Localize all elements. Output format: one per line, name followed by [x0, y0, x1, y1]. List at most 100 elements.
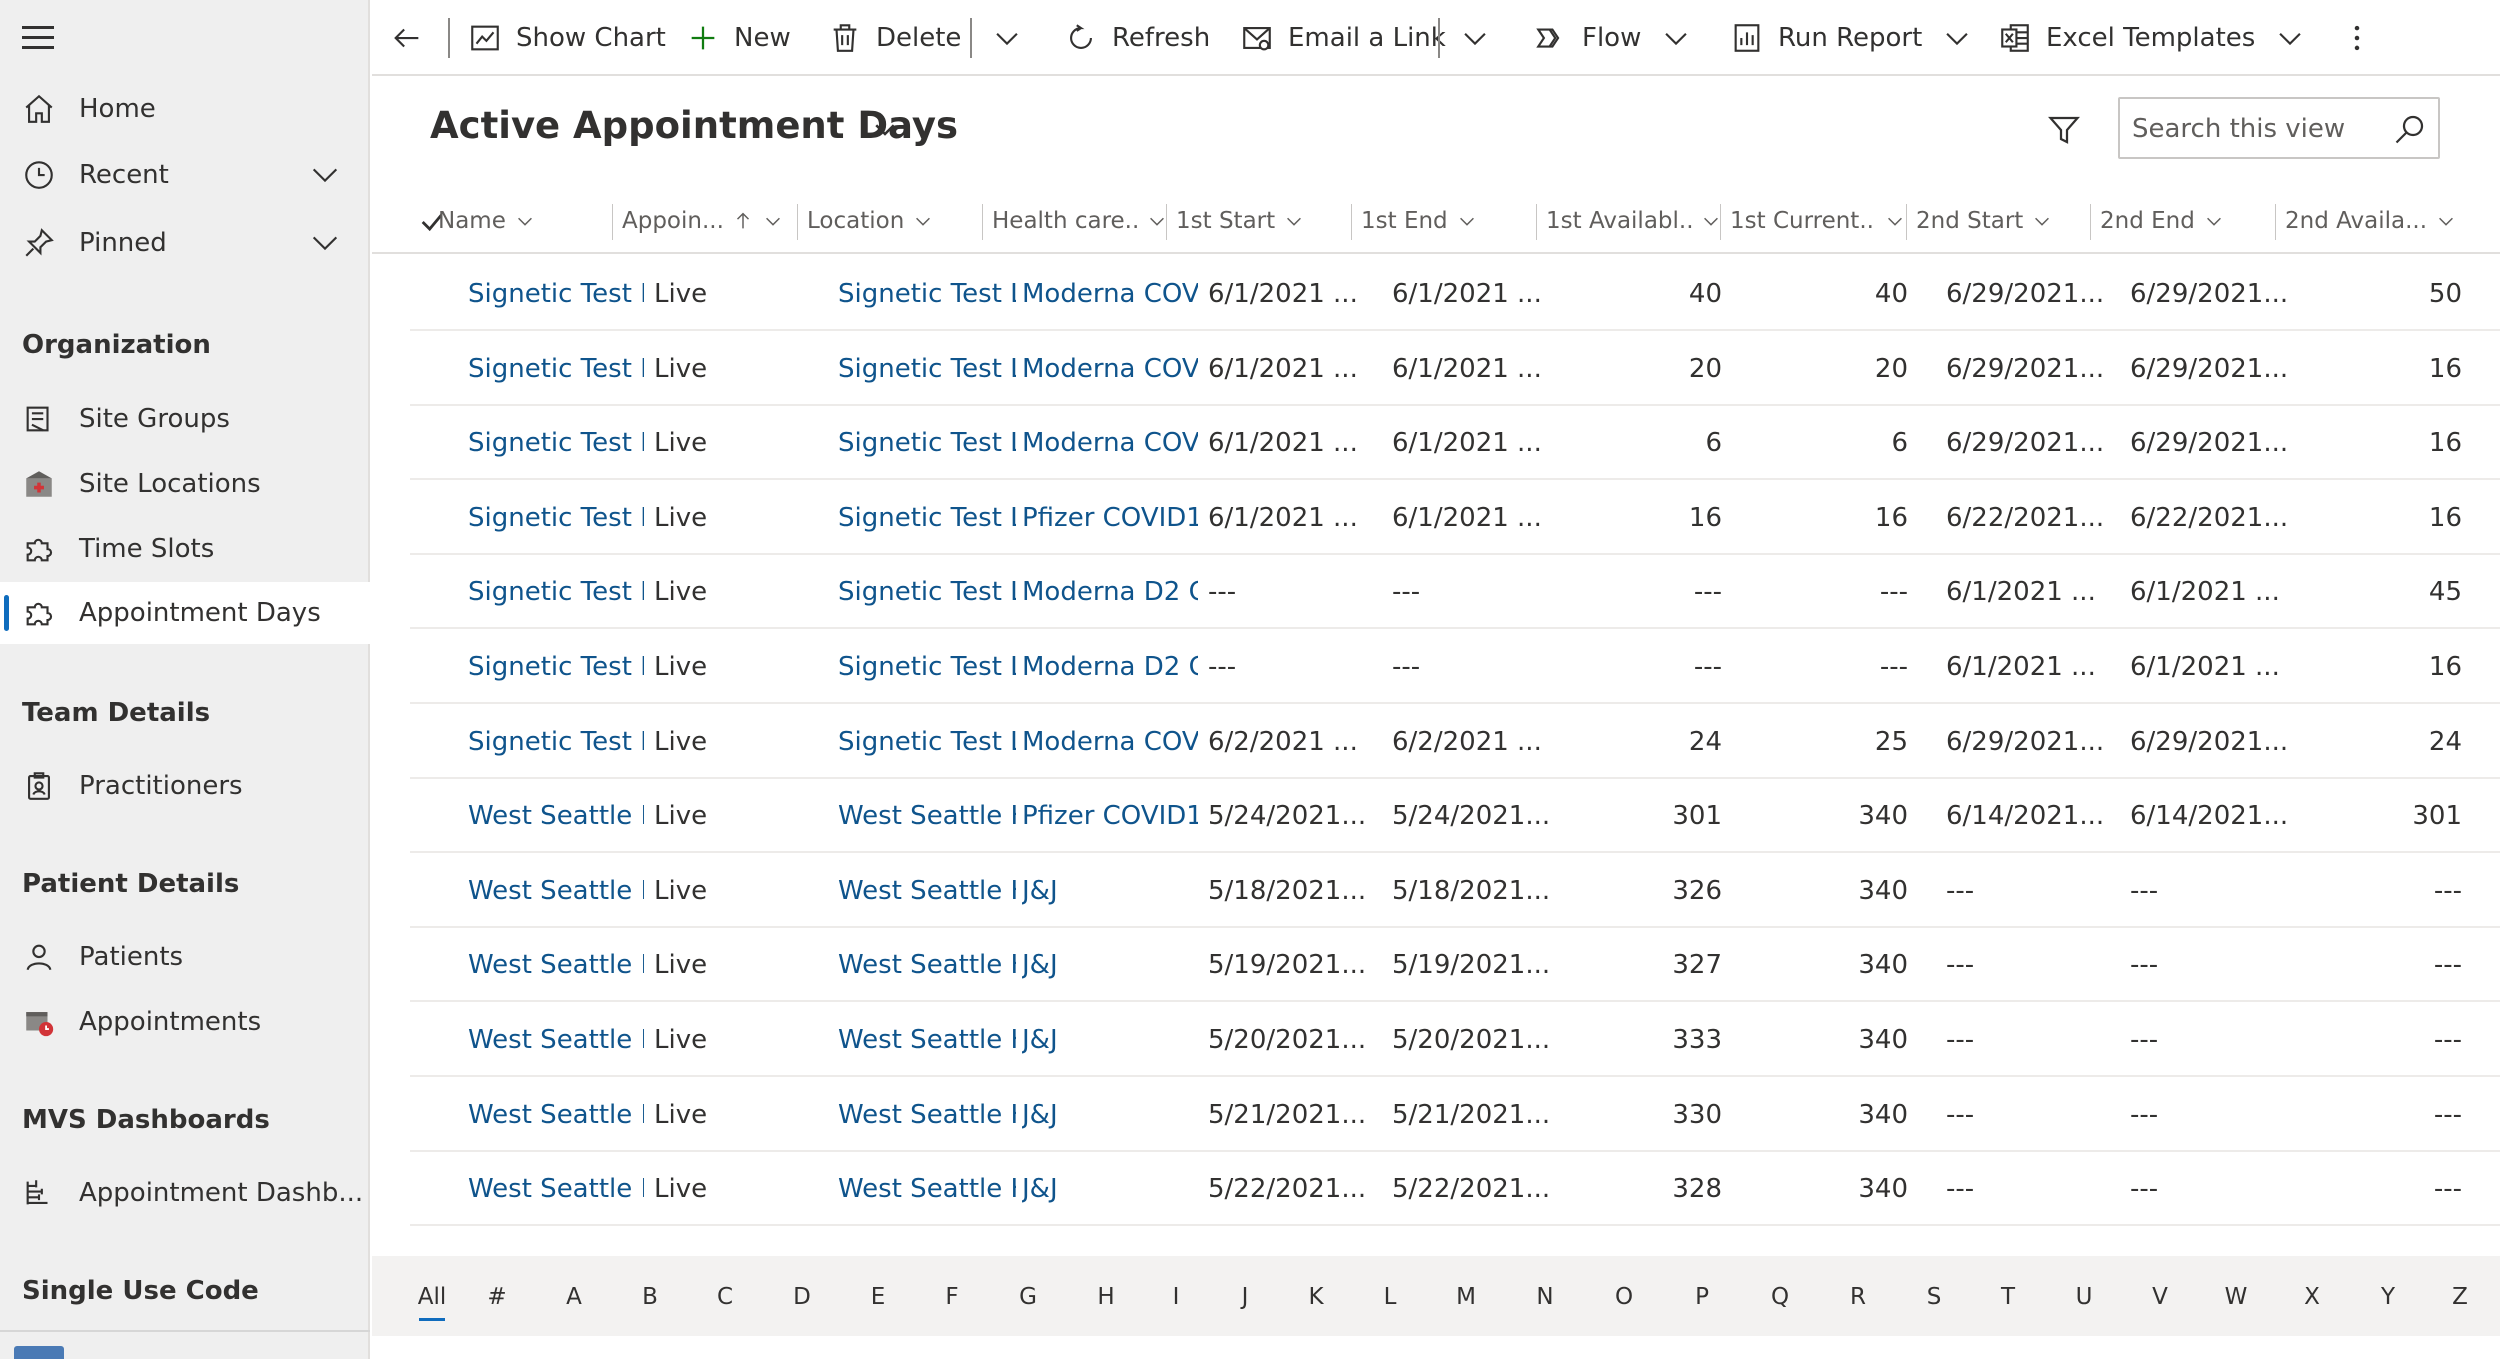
column-header-second-start[interactable]: 2nd Start — [1916, 200, 2092, 242]
search-input[interactable] — [2132, 109, 2382, 149]
cell-health-care-service[interactable]: Moderna D2 O — [1022, 649, 1198, 685]
hamburger-menu-icon[interactable] — [22, 22, 54, 54]
column-header-second-end[interactable]: 2nd End — [2100, 200, 2276, 242]
email-more-dropdown[interactable] — [1458, 18, 1492, 58]
column-header-first-start[interactable]: 1st Start — [1176, 200, 1352, 242]
cell-name[interactable]: West Seattle H — [468, 1171, 644, 1207]
cell-location[interactable]: West Seattle H — [838, 947, 1016, 983]
filter-icon[interactable] — [2046, 112, 2082, 148]
alphabet-filter-z[interactable]: Z — [2440, 1284, 2480, 1310]
column-divider[interactable] — [982, 204, 983, 240]
sidebar-item-appointments[interactable]: Appointments — [0, 991, 370, 1053]
alphabet-filter-r[interactable]: R — [1838, 1284, 1878, 1310]
cell-location[interactable]: Signetic Test Lc — [838, 574, 1016, 610]
table-row[interactable]: West Seattle H Live West Seattle H J&J 5/22/… — [410, 1151, 2500, 1227]
alphabet-filter-o[interactable]: O — [1604, 1284, 1644, 1310]
cell-name[interactable]: Signetic Test Lc — [468, 574, 644, 610]
cell-health-care-service[interactable]: Moderna D2 O — [1022, 574, 1198, 610]
column-divider[interactable] — [612, 204, 613, 240]
cell-location[interactable]: Signetic Test Lc — [838, 276, 1016, 312]
cell-health-care-service[interactable]: J&J — [1022, 1171, 1198, 1207]
flow-button[interactable]: Flow — [1534, 18, 1693, 58]
alphabet-filter-all[interactable]: All — [412, 1284, 452, 1321]
sidebar-item-patients[interactable]: Patients — [0, 926, 370, 988]
cell-name[interactable]: West Seattle H — [468, 798, 644, 834]
excel-templates-button[interactable]: Excel Templates — [1998, 18, 2307, 58]
alphabet-filter-d[interactable]: D — [782, 1284, 822, 1310]
table-row[interactable]: Signetic Test LcLiveSignetic Test LcMode… — [410, 405, 2500, 481]
cell-health-care-service[interactable]: Moderna COVI — [1022, 724, 1198, 760]
cell-name[interactable]: Signetic Test Lc — [468, 425, 644, 461]
cell-name[interactable]: West Seattle H — [468, 1022, 644, 1058]
column-header-first-current[interactable]: 1st Current... — [1730, 200, 1906, 242]
alphabet-filter-l[interactable]: L — [1370, 1284, 1410, 1310]
back-button[interactable] — [390, 18, 424, 58]
cell-health-care-service[interactable]: Moderna COVI — [1022, 276, 1198, 312]
alphabet-filter-n[interactable]: N — [1525, 1284, 1565, 1310]
cell-location[interactable]: West Seattle H — [838, 1097, 1016, 1133]
cell-location[interactable]: Signetic Test Lc — [838, 351, 1016, 387]
alphabet-filter-v[interactable]: V — [2140, 1284, 2180, 1310]
column-header-first-end[interactable]: 1st End — [1361, 200, 1537, 242]
alphabet-filter-c[interactable]: C — [705, 1284, 745, 1310]
alphabet-filter-a[interactable]: A — [554, 1284, 594, 1310]
cell-location[interactable]: West Seattle H — [838, 1171, 1016, 1207]
cell-health-care-service[interactable]: Pfizer COVID19 — [1022, 500, 1198, 536]
alphabet-filter-number[interactable]: # — [477, 1284, 517, 1310]
table-row[interactable]: West Seattle H Live West Seattle H J&J 5/18/… — [410, 853, 2500, 928]
column-divider[interactable] — [1906, 204, 1907, 240]
cell-health-care-service[interactable]: Pfizer COVID19 — [1022, 798, 1198, 834]
table-row[interactable]: West Seattle H Live West Seattle H J&J 5/21/… — [410, 1077, 2500, 1152]
cell-location[interactable]: Signetic Test Lc — [838, 724, 1016, 760]
column-header-location[interactable]: Location — [807, 200, 983, 242]
cell-name[interactable]: West Seattle H — [468, 947, 644, 983]
alphabet-filter-p[interactable]: P — [1682, 1284, 1722, 1310]
search-icon[interactable] — [2392, 111, 2428, 147]
alphabet-filter-s[interactable]: S — [1914, 1284, 1954, 1310]
cell-location[interactable]: Signetic Test Lc — [838, 649, 1016, 685]
cell-location[interactable]: Signetic Test Lc — [838, 425, 1016, 461]
alphabet-filter-u[interactable]: U — [2064, 1284, 2104, 1310]
new-button[interactable]: New — [686, 18, 791, 58]
area-switcher[interactable] — [14, 1346, 64, 1359]
alphabet-filter-y[interactable]: Y — [2368, 1284, 2408, 1310]
cell-location[interactable]: Signetic Test Lc — [838, 500, 1016, 536]
alphabet-filter-b[interactable]: B — [630, 1284, 670, 1310]
alphabet-filter-k[interactable]: K — [1296, 1284, 1336, 1310]
column-divider[interactable] — [2275, 204, 2276, 240]
column-header-first-available[interactable]: 1st Availabl... — [1546, 200, 1722, 242]
column-divider[interactable] — [1720, 204, 1721, 240]
cell-health-care-service[interactable]: J&J — [1022, 947, 1198, 983]
table-row[interactable]: Signetic Test LcLiveSignetic Test LcMode… — [410, 331, 2500, 406]
column-divider[interactable] — [1166, 204, 1167, 240]
alphabet-filter-h[interactable]: H — [1086, 1284, 1126, 1310]
sidebar-item-appointment-dashboard[interactable]: Appointment Dashb... — [0, 1162, 370, 1224]
cell-health-care-service[interactable]: Moderna COVI — [1022, 351, 1198, 387]
alphabet-filter-q[interactable]: Q — [1760, 1284, 1800, 1310]
cell-name[interactable]: Signetic Test Lc — [468, 351, 644, 387]
table-row[interactable]: West Seattle H Live West Seattle H J&J 5/20/… — [410, 1002, 2500, 1077]
table-row[interactable]: Signetic Test LcLiveSignetic Test LcMode… — [410, 704, 2500, 779]
sidebar-item-practitioners[interactable]: Practitioners — [0, 755, 370, 817]
column-divider[interactable] — [1351, 204, 1352, 240]
email-link-button[interactable]: Email a Link — [1240, 18, 1446, 58]
delete-more-dropdown[interactable] — [990, 18, 1024, 58]
column-divider[interactable] — [797, 204, 798, 240]
sidebar-item-pinned[interactable]: Pinned — [0, 212, 370, 274]
sidebar-item-time-slots[interactable]: Time Slots — [0, 518, 370, 580]
table-row[interactable]: Signetic Test LcLiveSignetic Test LcMode… — [410, 629, 2500, 704]
view-selector-chevron-icon[interactable] — [870, 114, 900, 144]
table-row[interactable]: Signetic Test LcLiveSignetic Test LcPfiz… — [410, 480, 2500, 555]
cell-location[interactable]: West Seattle H — [838, 873, 1016, 909]
alphabet-filter-f[interactable]: F — [932, 1284, 972, 1310]
alphabet-filter-w[interactable]: W — [2216, 1284, 2256, 1310]
column-divider[interactable] — [1536, 204, 1537, 240]
refresh-button[interactable]: Refresh — [1064, 18, 1210, 58]
alphabet-filter-i[interactable]: I — [1156, 1284, 1196, 1310]
alphabet-filter-x[interactable]: X — [2292, 1284, 2332, 1310]
show-chart-button[interactable]: Show Chart — [468, 18, 666, 58]
cell-name[interactable]: West Seattle H — [468, 1097, 644, 1133]
column-header-name[interactable]: Name — [438, 200, 614, 242]
table-row[interactable]: West Seattle H Live West Seattle H J&J 5/19/… — [410, 927, 2500, 1003]
cell-location[interactable]: West Seattle H — [838, 798, 1016, 834]
